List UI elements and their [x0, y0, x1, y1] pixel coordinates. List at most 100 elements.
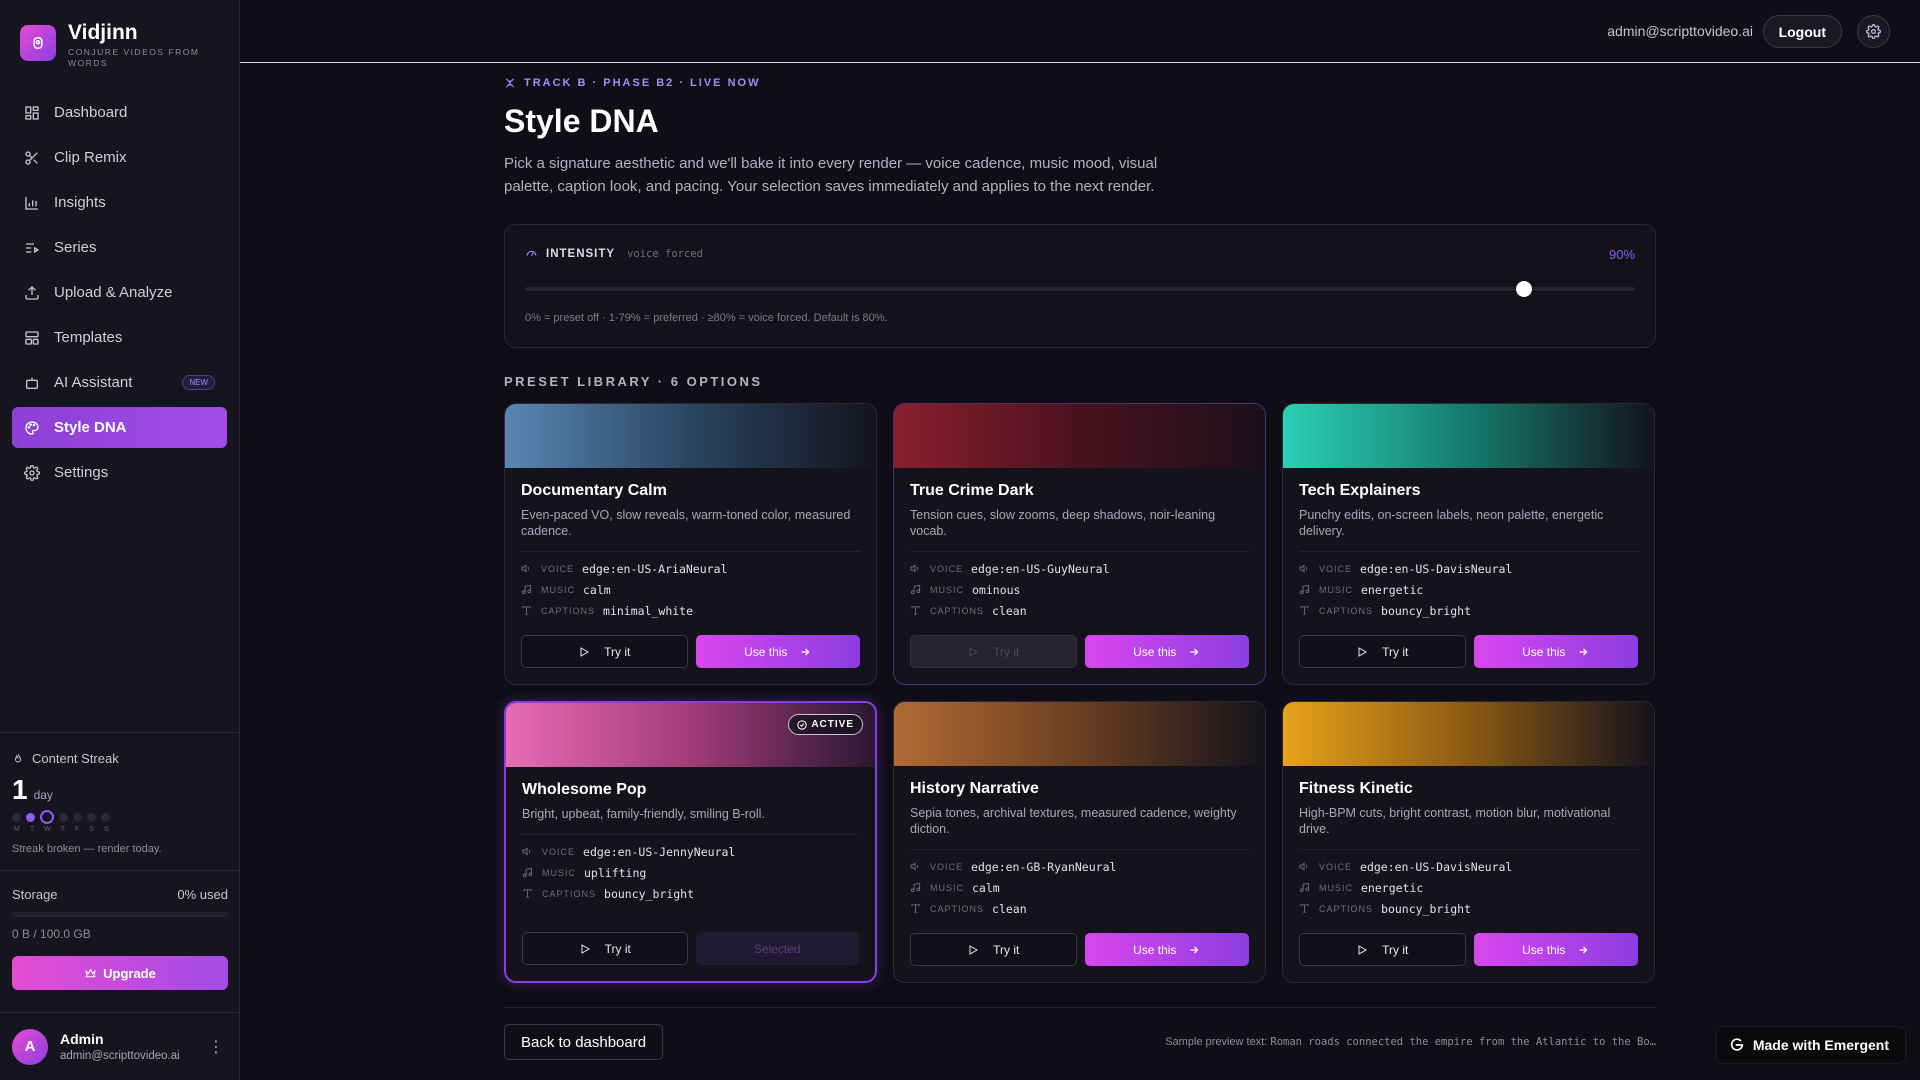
use-this-button[interactable]: Use this — [1473, 635, 1638, 668]
use-this-label: Use this — [744, 644, 788, 659]
account-email: admin@scripttovideo.ai — [1607, 23, 1753, 39]
sidebar-item-insights[interactable]: Insights — [12, 182, 227, 223]
captions-key: CAPTIONS — [541, 605, 596, 616]
sidebar-item-dashboard[interactable]: Dashboard — [12, 92, 227, 133]
sidebar-item-clip-remix[interactable]: Clip Remix — [12, 137, 227, 178]
sidebar-item-templates[interactable]: Templates — [12, 317, 227, 358]
active-badge-label: ACTIVE — [811, 719, 854, 730]
voice-key: VOICE — [542, 846, 576, 857]
page-title: Style DNA — [504, 103, 659, 139]
sidebar-item-label: Upload & Analyze — [54, 284, 173, 301]
logout-button[interactable]: Logout — [1762, 15, 1842, 48]
voice-key: VOICE — [1319, 861, 1353, 872]
preset-banner — [506, 703, 875, 767]
palette-icon — [25, 420, 39, 435]
volume-icon — [522, 847, 531, 856]
streak-day: S — [103, 826, 109, 833]
sidebar-item-series[interactable]: Series — [12, 227, 227, 268]
flame-icon — [14, 753, 22, 762]
sidebar-item-label: Dashboard — [54, 104, 128, 121]
try-it-button[interactable]: Try it — [522, 932, 688, 965]
storage-used: 0% used — [177, 887, 228, 902]
volume-icon — [1299, 862, 1308, 871]
bar-chart-icon — [25, 196, 38, 210]
captions-value: minimal_white — [603, 603, 694, 618]
selected-button[interactable]: Selected — [695, 932, 859, 965]
music-key: MUSIC — [541, 584, 575, 595]
type-icon — [1300, 606, 1309, 615]
brand-logo-icon — [20, 25, 56, 61]
gauge-icon — [526, 250, 537, 256]
storage-detail: 0 B / 100.0 GB — [12, 927, 91, 941]
user-profile[interactable]: A Admin admin@scripttovideo.ai ⋮ — [0, 1012, 240, 1080]
try-it-button[interactable]: Try it — [521, 635, 688, 668]
captions-value: bouncy_bright — [604, 886, 695, 901]
streak-dot-today — [40, 810, 54, 824]
page-description: Pick a signature aesthetic and we'll bak… — [504, 155, 1158, 195]
more-vertical-icon[interactable]: ⋮ — [208, 1037, 224, 1057]
streak-title: Content Streak — [32, 751, 119, 766]
try-it-button[interactable]: Try it — [910, 933, 1077, 966]
arrow-right-icon — [801, 648, 810, 655]
preset-description: Bright, upbeat, family-friendly, smiling… — [522, 807, 765, 821]
streak-message: Streak broken — render today. — [12, 843, 162, 855]
type-icon — [1300, 904, 1309, 913]
upgrade-button[interactable]: Upgrade — [12, 956, 228, 990]
try-it-button[interactable]: Try it — [1299, 635, 1466, 668]
upgrade-label: Upgrade — [103, 965, 156, 981]
sidebar-item-ai-assistant[interactable]: AI Assistant NEW — [12, 362, 227, 403]
use-this-button[interactable]: Use this — [1084, 933, 1249, 966]
sample-preview-text: Roman roads connected the empire from th… — [1270, 1036, 1656, 1048]
sidebar-item-upload-analyze[interactable]: Upload & Analyze — [12, 272, 227, 313]
streak-dots — [12, 810, 228, 824]
user-email: admin@scripttovideo.ai — [60, 1050, 180, 1062]
preset-description: Even-paced VO, slow reveals, warm-toned … — [521, 508, 851, 538]
try-it-label: Try it — [993, 942, 1020, 957]
preset-banner — [1283, 404, 1654, 468]
streak-dot — [87, 812, 96, 822]
captions-value: bouncy_bright — [1381, 603, 1472, 618]
arrow-right-icon — [1190, 648, 1199, 655]
streak-dot — [12, 812, 21, 822]
music-icon — [522, 867, 533, 878]
intensity-panel: INTENSITY voice forced 90% 0% = preset o… — [504, 224, 1656, 348]
volume-icon — [910, 862, 919, 871]
sidebar-item-style-dna[interactable]: Style DNA — [12, 407, 227, 448]
use-this-button[interactable]: Use this — [1084, 635, 1249, 668]
try-it-label: Try it — [1382, 942, 1409, 957]
music-value: energetic — [1361, 582, 1424, 597]
storage-bar — [12, 912, 228, 917]
music-value: calm — [583, 582, 611, 597]
voice-value: edge:en-US-DavisNeural — [1360, 561, 1513, 576]
try-it-button[interactable]: Try it — [910, 635, 1077, 668]
music-value: ominous — [972, 582, 1021, 597]
captions-key: CAPTIONS — [930, 605, 985, 616]
streak-day: S — [89, 826, 94, 833]
preset-title: Wholesome Pop — [522, 781, 647, 798]
scissors-icon — [25, 150, 38, 165]
arrow-right-icon — [1579, 648, 1588, 655]
captions-value: clean — [992, 603, 1027, 618]
use-this-button[interactable]: Use this — [1473, 933, 1638, 966]
captions-key: CAPTIONS — [1319, 903, 1374, 914]
intensity-slider-handle[interactable] — [1516, 281, 1532, 297]
use-this-button[interactable]: Use this — [695, 635, 860, 668]
intensity-slider[interactable] — [525, 281, 1635, 297]
preset-description: Tension cues, slow zooms, deep shadows, … — [910, 508, 1216, 538]
made-with-emergent-badge[interactable]: Made with Emergent — [1715, 1026, 1906, 1064]
storage-label: Storage — [12, 887, 58, 902]
use-this-label: Use this — [1133, 942, 1177, 957]
settings-button[interactable] — [1857, 15, 1890, 48]
user-name: Admin — [60, 1031, 104, 1047]
content-streak: Content Streak 1 day M T W T F S S Strea… — [0, 732, 240, 855]
captions-value: bouncy_bright — [1381, 901, 1472, 916]
music-icon — [1299, 584, 1310, 595]
music-icon — [910, 584, 921, 595]
brand[interactable]: Vidjinn CONJURE VIDEOS FROM WORDS — [20, 22, 218, 69]
try-it-button[interactable]: Try it — [1299, 933, 1466, 966]
sidebar-item-settings[interactable]: Settings — [12, 452, 227, 493]
play-icon — [1358, 944, 1368, 955]
preset-card: Tech Explainers Punchy edits, on-screen … — [1282, 403, 1655, 685]
emergent-logo-icon — [1730, 1038, 1744, 1051]
back-to-dashboard-button[interactable]: Back to dashboard — [504, 1024, 664, 1060]
